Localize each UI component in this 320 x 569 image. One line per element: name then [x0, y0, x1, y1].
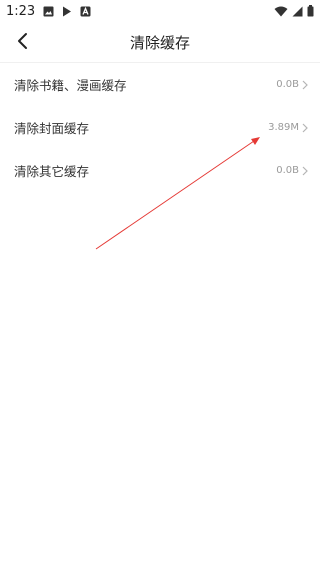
- cache-item-right: 3.89M: [268, 122, 308, 133]
- a-badge-icon: [80, 6, 91, 17]
- back-button[interactable]: [10, 30, 36, 56]
- image-icon: [43, 6, 54, 17]
- app-bar: 清除缓存: [0, 22, 320, 63]
- clear-other-cache-row[interactable]: 清除其它缓存 0.0B: [0, 149, 320, 192]
- status-bar: 1:23: [0, 0, 320, 22]
- status-bar-left: 1:23: [6, 4, 99, 19]
- cache-item-label: 清除书籍、漫画缓存: [14, 78, 127, 93]
- screen: 1:23 清除缓存 清除书籍、漫画缓存 0.0B 清除封面缓存 3.89M 清除…: [0, 0, 320, 569]
- clear-books-comics-cache-row[interactable]: 清除书籍、漫画缓存 0.0B: [0, 63, 320, 106]
- cache-size-value: 0.0B: [276, 79, 299, 90]
- cache-item-right: 0.0B: [276, 165, 308, 176]
- status-time: 1:23: [6, 3, 36, 19]
- cache-size-value: 0.0B: [276, 165, 299, 176]
- chevron-left-icon: [16, 32, 30, 54]
- cache-item-label: 清除其它缓存: [14, 164, 90, 179]
- cache-item-right: 0.0B: [276, 79, 308, 90]
- status-bar-right: [274, 5, 314, 17]
- cache-item-label: 清除封面缓存: [14, 121, 90, 136]
- chevron-right-icon: [302, 166, 308, 176]
- chevron-right-icon: [302, 123, 308, 133]
- play-store-icon: [62, 6, 72, 17]
- signal-icon: [292, 6, 303, 17]
- cache-size-value: 3.89M: [268, 122, 299, 133]
- clear-cover-cache-row[interactable]: 清除封面缓存 3.89M: [0, 106, 320, 149]
- cache-list: 清除书籍、漫画缓存 0.0B 清除封面缓存 3.89M 清除其它缓存 0.0B: [0, 63, 320, 192]
- wifi-icon: [274, 6, 288, 17]
- page-title: 清除缓存: [129, 33, 190, 52]
- battery-icon: [307, 5, 314, 17]
- chevron-right-icon: [302, 80, 308, 90]
